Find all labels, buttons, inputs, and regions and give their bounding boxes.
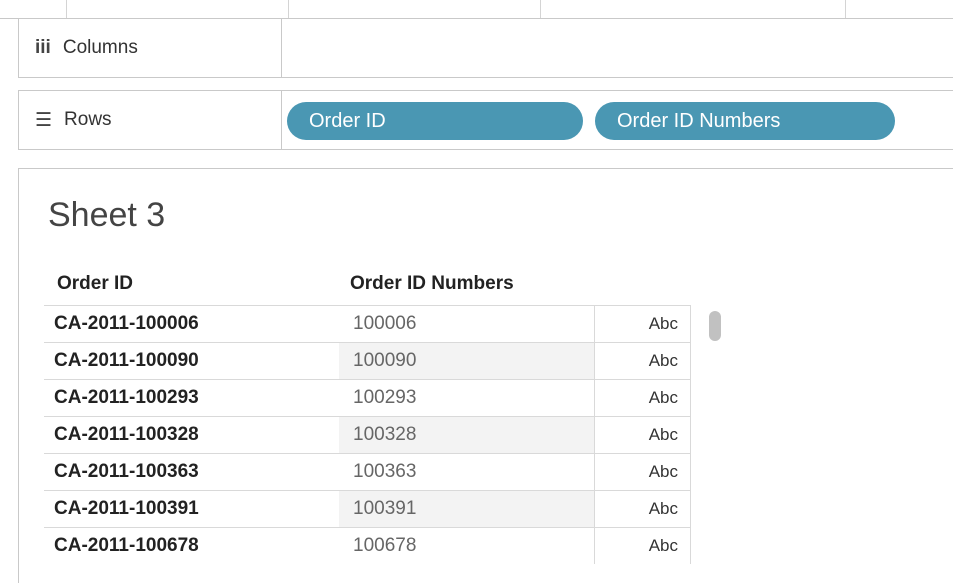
tab-divider xyxy=(540,0,541,18)
abc-mark-cell: Abc xyxy=(594,491,691,527)
tab-divider xyxy=(66,0,67,18)
columns-shelf[interactable]: iii Columns xyxy=(18,18,953,78)
pill-order-id[interactable]: Order ID xyxy=(287,102,583,140)
table-row[interactable]: CA-2011-100328 100328 Abc xyxy=(44,416,691,453)
table-row[interactable]: CA-2011-100293 100293 Abc xyxy=(44,379,691,416)
scrollbar-thumb[interactable] xyxy=(709,311,721,341)
order-number-cell: 100006 xyxy=(353,313,417,334)
table-row[interactable]: CA-2011-100363 100363 Abc xyxy=(44,453,691,490)
abc-mark-cell: Abc xyxy=(594,528,691,564)
columns-shelf-label: iii Columns xyxy=(19,19,282,77)
order-number-cell: 100678 xyxy=(353,535,417,556)
tab-divider xyxy=(845,0,846,18)
columns-label: Columns xyxy=(62,37,138,58)
order-id-cell: CA-2011-100328 xyxy=(54,424,199,445)
rows-icon: ☰ xyxy=(35,109,53,131)
order-number-cell: 100363 xyxy=(353,461,417,482)
order-id-cell: CA-2011-100090 xyxy=(54,350,199,371)
vertical-scrollbar[interactable] xyxy=(704,305,726,585)
worksheet: Sheet 3 Order ID Order ID Numbers CA-201… xyxy=(18,168,953,583)
order-number-cell: 100293 xyxy=(353,387,417,408)
rows-shelf-label: ☰ Rows xyxy=(19,91,282,149)
order-id-cell: CA-2011-100363 xyxy=(54,461,199,482)
order-id-cell: CA-2011-100678 xyxy=(54,535,199,556)
abc-mark-cell: Abc xyxy=(594,454,691,490)
abc-mark-cell: Abc xyxy=(594,417,691,453)
abc-mark-cell: Abc xyxy=(594,380,691,416)
order-number-cell: 100328 xyxy=(339,417,594,453)
abc-mark-cell: Abc xyxy=(594,343,691,379)
header-order-id-numbers[interactable]: Order ID Numbers xyxy=(350,273,514,295)
tab-divider xyxy=(288,0,289,18)
data-table: CA-2011-100006 100006 Abc CA-2011-100090… xyxy=(44,305,691,564)
order-id-cell: CA-2011-100293 xyxy=(54,387,199,408)
table-row[interactable]: CA-2011-100006 100006 Abc xyxy=(44,305,691,342)
order-id-cell: CA-2011-100006 xyxy=(54,313,199,334)
order-number-cell: 100391 xyxy=(339,491,594,527)
table-row[interactable]: CA-2011-100678 100678 Abc xyxy=(44,527,691,564)
rows-shelf[interactable]: ☰ Rows Order ID Order ID Numbers xyxy=(18,90,953,150)
sheet-title: Sheet 3 xyxy=(48,196,166,234)
header-order-id[interactable]: Order ID xyxy=(57,273,133,295)
table-row[interactable]: CA-2011-100391 100391 Abc xyxy=(44,490,691,527)
order-id-cell: CA-2011-100391 xyxy=(54,498,199,519)
order-number-cell: 100090 xyxy=(339,343,594,379)
rows-label: Rows xyxy=(64,109,112,130)
pill-order-id-numbers[interactable]: Order ID Numbers xyxy=(595,102,895,140)
top-tab-strip xyxy=(0,0,953,19)
columns-icon: iii xyxy=(35,37,51,58)
table-row[interactable]: CA-2011-100090 100090 Abc xyxy=(44,342,691,379)
abc-mark-cell: Abc xyxy=(594,306,691,342)
